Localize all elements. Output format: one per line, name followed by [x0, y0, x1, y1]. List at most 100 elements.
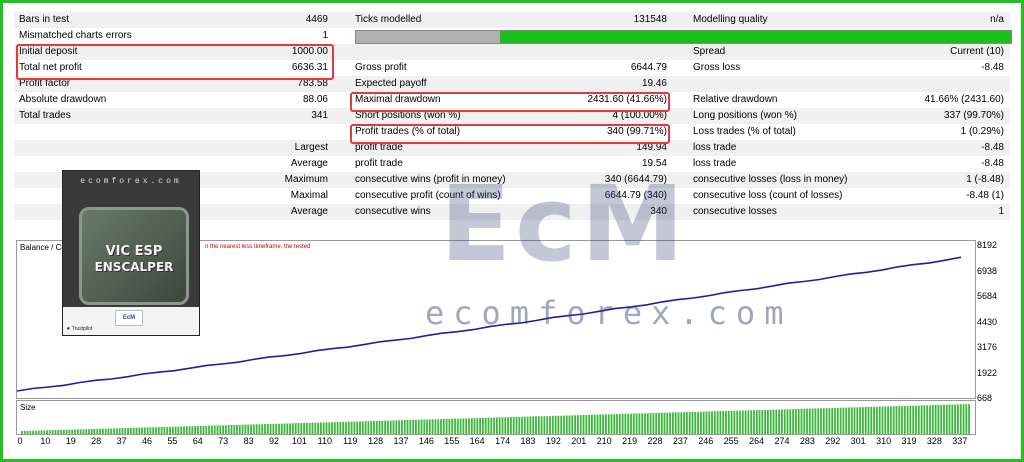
size-chart: Size — [16, 400, 976, 435]
size-bar — [342, 421, 345, 434]
size-bar — [627, 413, 630, 434]
size-bar — [197, 426, 199, 434]
size-bar — [697, 411, 699, 434]
size-bar — [426, 419, 428, 434]
x-tick-label: 101 — [291, 436, 307, 446]
stat-value: -8.48 — [981, 158, 1004, 169]
size-bar — [401, 420, 403, 434]
size-bar — [280, 423, 283, 434]
stat-value: 41.66% (2431.60) — [924, 94, 1004, 105]
x-tick-label: 128 — [368, 436, 384, 446]
size-bar — [864, 407, 867, 434]
size-bar — [389, 420, 392, 434]
x-tick-label: 46 — [141, 436, 153, 446]
x-tick-label: 328 — [926, 436, 942, 446]
size-bar — [540, 416, 543, 434]
size-bar — [498, 417, 501, 434]
size-bar — [917, 405, 920, 434]
x-tick-label: 255 — [723, 436, 739, 446]
stat-value: 4469 — [305, 14, 328, 25]
size-bar — [496, 417, 498, 434]
product-tile: VIC ESP ENSCALPER — [79, 207, 189, 305]
size-bar — [867, 406, 870, 434]
stat-value: Average — [290, 158, 328, 169]
size-bar — [638, 413, 641, 434]
size-bar — [571, 415, 574, 434]
x-tick-label: 264 — [749, 436, 765, 446]
x-tick-label: 201 — [571, 436, 587, 446]
product-footer: EcM ★ Trustpilot — [63, 307, 199, 335]
stat-label: profit trade — [355, 158, 403, 169]
size-bar — [423, 419, 426, 434]
size-bar — [359, 421, 361, 434]
size-bar — [331, 422, 333, 434]
size-bar — [384, 420, 386, 434]
highlight-deposit-profit — [16, 44, 334, 80]
size-bar — [526, 416, 529, 434]
size-bar — [451, 418, 454, 434]
size-bar — [420, 419, 423, 434]
size-bar — [132, 427, 135, 434]
size-bar — [188, 426, 191, 434]
size-bar — [736, 410, 739, 434]
x-tick-label: 119 — [343, 436, 358, 446]
size-bar — [65, 429, 68, 434]
stat-label: Total trades — [19, 110, 71, 121]
size-bar — [764, 409, 766, 434]
size-bar — [898, 406, 901, 434]
size-bar — [700, 411, 702, 434]
balance-y-axis: 8192 6938 5684 4430 3176 1922 668 — [977, 240, 1017, 403]
x-tick-label: 228 — [647, 436, 663, 446]
size-bar — [74, 429, 76, 434]
size-bar — [929, 405, 931, 434]
size-bar — [462, 418, 465, 434]
size-bar — [205, 425, 208, 434]
size-bar — [54, 430, 57, 434]
size-bar — [817, 408, 820, 434]
size-bar — [76, 429, 79, 434]
size-bar — [308, 422, 311, 434]
size-bar — [881, 406, 884, 434]
size-bar — [68, 429, 71, 434]
size-bar — [367, 421, 370, 434]
size-bar — [856, 407, 859, 434]
size-bar — [166, 426, 169, 434]
size-bar — [328, 422, 331, 434]
stat-value: -8.48 (1) — [966, 190, 1004, 201]
size-bar — [820, 408, 822, 434]
size-bar — [417, 419, 420, 434]
size-bar — [35, 430, 37, 434]
y-tick-label: 4430 — [977, 316, 998, 327]
size-bar — [878, 406, 881, 434]
trustpilot-rating: ★ Trustpilot — [66, 326, 93, 332]
size-bar — [632, 413, 635, 434]
size-bar — [873, 406, 875, 434]
size-bar — [853, 407, 856, 434]
size-bar — [702, 411, 705, 434]
stat-value: Largest — [294, 142, 328, 153]
x-tick-label: 0 — [17, 436, 23, 446]
size-bar — [674, 412, 677, 434]
size-bar — [169, 426, 171, 434]
stat-value: -8.48 — [981, 62, 1004, 73]
size-bar — [783, 409, 786, 434]
stat-label: Ticks modelled — [355, 14, 422, 25]
size-bar — [490, 417, 493, 434]
size-bar — [803, 408, 806, 434]
size-bar — [535, 416, 537, 434]
size-bar — [563, 415, 565, 434]
y-tick-label: 1922 — [977, 367, 998, 378]
size-bar — [104, 428, 107, 434]
size-bar — [57, 430, 60, 434]
size-bar — [113, 428, 115, 434]
size-bar — [272, 423, 275, 434]
size-bar — [473, 418, 476, 434]
size-bar — [347, 421, 350, 434]
size-bar — [557, 415, 560, 434]
size-bar — [848, 407, 850, 434]
size-bar — [518, 416, 521, 434]
size-bar — [124, 428, 127, 434]
x-tick-label: 246 — [698, 436, 714, 446]
size-bar — [686, 412, 688, 434]
stat-value: 1 (0.29%) — [960, 126, 1004, 137]
